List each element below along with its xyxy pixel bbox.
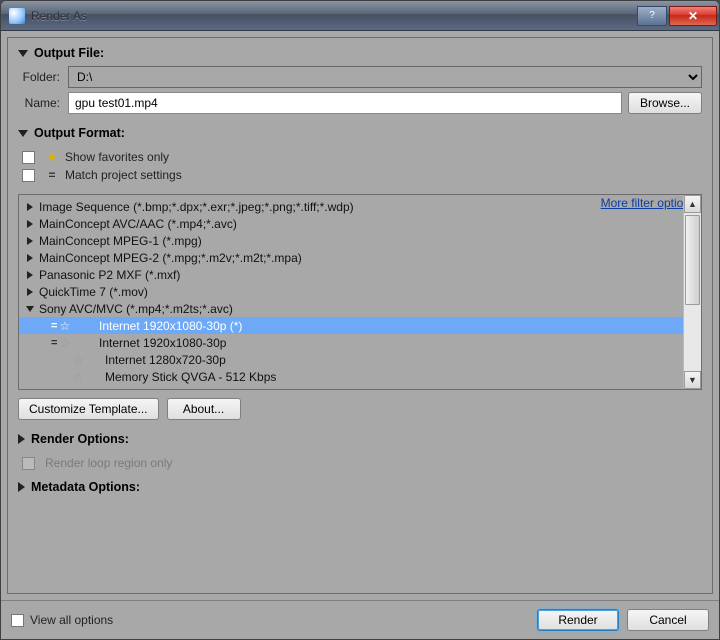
- favorites-label: Show favorites only: [65, 150, 169, 164]
- match-checkbox[interactable]: [22, 169, 35, 182]
- chevron-right-icon: [27, 271, 33, 279]
- render-button[interactable]: Render: [537, 609, 619, 631]
- folder-select[interactable]: D:\: [68, 66, 702, 88]
- match-icon: =: [51, 320, 57, 332]
- about-button[interactable]: About...: [167, 398, 241, 420]
- chevron-right-icon: [27, 203, 33, 211]
- customize-template-button[interactable]: Customize Template...: [18, 398, 159, 420]
- star-outline-icon: ☆: [73, 387, 84, 390]
- scroll-thumb[interactable]: [685, 215, 700, 305]
- tree-format-row[interactable]: MainConcept AVC/AAC (*.mp4;*.avc): [19, 215, 683, 232]
- browse-button[interactable]: Browse...: [628, 92, 702, 114]
- tree-format-row[interactable]: Panasonic P2 MXF (*.mxf): [19, 266, 683, 283]
- chevron-right-icon: [27, 220, 33, 228]
- disclosure-open-icon: [18, 130, 28, 137]
- window-title: Render As: [31, 9, 87, 23]
- tree-format-row[interactable]: MainConcept MPEG-2 (*.mpg;*.m2v;*.m2t;*.…: [19, 249, 683, 266]
- name-label: Name:: [18, 96, 68, 110]
- chevron-right-icon: [27, 237, 33, 245]
- disclosure-closed-icon: [18, 482, 25, 492]
- star-outline-icon: ☆: [59, 319, 70, 333]
- match-icon: =: [51, 337, 57, 349]
- format-tree[interactable]: Image Sequence (*.bmp;*.dpx;*.exr;*.jpeg…: [19, 195, 683, 389]
- help-button[interactable]: ?: [637, 6, 667, 26]
- section-render-options[interactable]: Render Options:: [18, 432, 702, 446]
- cancel-button[interactable]: Cancel: [627, 609, 709, 631]
- titlebar[interactable]: Render As ? ✕: [1, 1, 719, 31]
- app-icon: [9, 8, 25, 24]
- match-icon: =: [48, 168, 55, 182]
- section-metadata-options[interactable]: Metadata Options:: [18, 480, 702, 494]
- more-filter-link[interactable]: More filter options: [601, 196, 696, 210]
- chevron-down-icon: [26, 306, 34, 312]
- tree-format-row[interactable]: Sony AVC/MVC (*.mp4;*.m2ts;*.avc): [19, 300, 683, 317]
- chevron-right-icon: [27, 288, 33, 296]
- chevron-right-icon: [27, 254, 33, 262]
- tree-preset-row[interactable]: =☆ Internet 1920x1080-30p (*): [19, 317, 683, 334]
- disclosure-open-icon: [18, 50, 28, 57]
- tree-preset-row[interactable]: ☆ Memory Stick QVGA - 512 Kbps: [19, 368, 683, 385]
- scroll-up-button[interactable]: ▲: [684, 195, 701, 213]
- filename-input[interactable]: [68, 92, 622, 114]
- star-icon: ★: [47, 150, 58, 164]
- star-outline-icon: ☆: [73, 353, 84, 367]
- tree-preset-row[interactable]: ☆ Internet 1280x720-30p: [19, 351, 683, 368]
- render-as-dialog: Render As ? ✕ Output File: Folder: D:\ N…: [0, 0, 720, 640]
- tree-format-row[interactable]: QuickTime 7 (*.mov): [19, 283, 683, 300]
- favorites-checkbox[interactable]: [22, 151, 35, 164]
- star-outline-icon: ☆: [59, 336, 70, 350]
- close-button[interactable]: ✕: [669, 6, 717, 26]
- star-outline-icon: ☆: [73, 370, 84, 384]
- match-label: Match project settings: [65, 168, 182, 182]
- folder-label: Folder:: [18, 70, 68, 84]
- disclosure-closed-icon: [18, 434, 25, 444]
- client-area: Output File: Folder: D:\ Name: Browse...…: [7, 37, 713, 594]
- loop-region-label: Render loop region only: [45, 456, 172, 470]
- section-output-file[interactable]: Output File:: [18, 46, 702, 60]
- scroll-down-button[interactable]: ▼: [684, 371, 701, 389]
- view-all-checkbox[interactable]: [11, 614, 24, 627]
- view-all-label: View all options: [30, 613, 113, 627]
- footer: View all options Render Cancel: [1, 600, 719, 639]
- tree-preset-row[interactable]: =☆ Internet 1920x1080-30p: [19, 334, 683, 351]
- loop-region-checkbox: [22, 457, 35, 470]
- section-output-format[interactable]: Output Format:: [18, 126, 702, 140]
- tree-format-row[interactable]: MainConcept MPEG-1 (*.mpg): [19, 232, 683, 249]
- tree-format-row[interactable]: Image Sequence (*.bmp;*.dpx;*.exr;*.jpeg…: [19, 198, 683, 215]
- tree-preset-row[interactable]: ☆ Memory Stick QVGA - 896 Kbps: [19, 385, 683, 389]
- tree-scrollbar[interactable]: ▲ ▼: [683, 195, 701, 389]
